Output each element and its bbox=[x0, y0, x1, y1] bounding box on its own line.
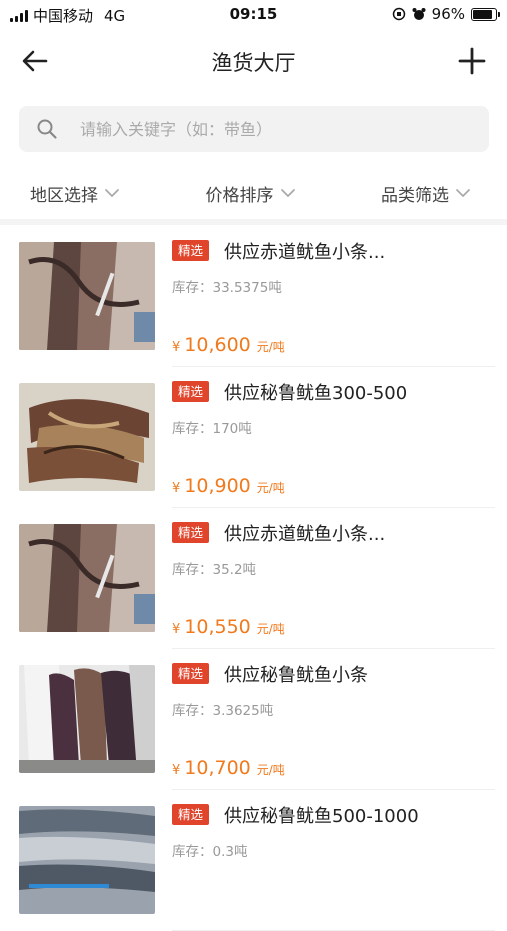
product-title: 供应秘鲁鱿鱼500-1000 bbox=[224, 806, 419, 827]
stock-label: 库存： bbox=[172, 562, 213, 578]
featured-badge: 精选 bbox=[172, 381, 210, 402]
price-row: ¥ 10,550 元/吨 bbox=[172, 616, 285, 638]
product-title: 供应秘鲁鱿鱼300-500 bbox=[224, 383, 408, 404]
stock-label: 库存： bbox=[172, 280, 213, 296]
stock-value: 170吨 bbox=[212, 421, 252, 437]
price-unit: 元/吨 bbox=[256, 622, 285, 636]
chevron-down-icon bbox=[456, 189, 470, 197]
stock-label: 库存： bbox=[172, 703, 213, 719]
list-item[interactable]: 精选 供应赤道鱿鱼小条... 库存：33.5375吨 ¥ 10,600 元/吨 bbox=[0, 226, 507, 367]
product-image[interactable] bbox=[19, 524, 155, 632]
product-image[interactable] bbox=[19, 665, 155, 773]
product-image[interactable] bbox=[19, 806, 155, 914]
stock-label: 库存： bbox=[172, 421, 213, 437]
list-item[interactable]: 精选 供应秘鲁鱿鱼小条 库存：3.3625吨 ¥ 10,700 元/吨 bbox=[0, 649, 507, 790]
featured-badge: 精选 bbox=[172, 663, 210, 684]
price-unit: 元/吨 bbox=[256, 763, 285, 777]
stock-info: 库存：35.2吨 bbox=[172, 558, 256, 578]
search-bar[interactable] bbox=[19, 106, 489, 152]
stock-value: 0.3吨 bbox=[212, 844, 248, 860]
price-value: 10,550 bbox=[184, 616, 251, 638]
stock-value: 35.2吨 bbox=[212, 562, 257, 578]
filter-bar: 地区选择 价格排序 品类筛选 bbox=[0, 168, 507, 218]
filter-price-sort-label: 价格排序 bbox=[205, 185, 274, 206]
stock-value: 3.3625吨 bbox=[212, 703, 274, 719]
product-title: 供应秘鲁鱿鱼小条 bbox=[224, 665, 368, 686]
battery-percent: 96% bbox=[431, 5, 465, 23]
featured-badge: 精选 bbox=[172, 804, 210, 825]
list-item[interactable]: 精选 供应秘鲁鱿鱼500-1000 库存：0.3吨 bbox=[0, 790, 507, 931]
price-unit: 元/吨 bbox=[256, 340, 285, 354]
section-divider bbox=[0, 219, 507, 225]
product-title: 供应赤道鱿鱼小条... bbox=[224, 524, 386, 545]
filter-category-label: 品类筛选 bbox=[381, 185, 449, 206]
alarm-icon bbox=[412, 8, 426, 20]
currency-symbol: ¥ bbox=[172, 763, 181, 778]
status-bar: 中国移动 4G 09:15 96% bbox=[0, 0, 507, 30]
price-row: ¥ 10,700 元/吨 bbox=[172, 757, 285, 779]
featured-badge: 精选 bbox=[172, 522, 210, 543]
filter-category[interactable]: 品类筛选 bbox=[324, 168, 507, 218]
stock-info: 库存：170吨 bbox=[172, 417, 252, 437]
list-item[interactable]: 精选 供应秘鲁鱿鱼300-500 库存：170吨 ¥ 10,900 元/吨 bbox=[0, 367, 507, 508]
price-value: 10,700 bbox=[184, 757, 251, 779]
nav-bar: 渔货大厅 bbox=[0, 30, 507, 92]
search-icon bbox=[37, 119, 57, 139]
currency-symbol: ¥ bbox=[172, 622, 181, 637]
orientation-lock-icon bbox=[392, 7, 405, 21]
product-image[interactable] bbox=[19, 383, 155, 491]
filter-price-sort[interactable]: 价格排序 bbox=[177, 168, 324, 218]
stock-label: 库存： bbox=[172, 844, 213, 860]
chevron-down-icon bbox=[105, 189, 119, 197]
chevron-down-icon bbox=[280, 189, 295, 197]
product-image[interactable] bbox=[19, 242, 155, 350]
battery-icon bbox=[471, 7, 500, 21]
stock-info: 库存：0.3吨 bbox=[172, 840, 247, 860]
filter-region-label: 地区选择 bbox=[30, 185, 98, 206]
price-unit: 元/吨 bbox=[256, 481, 285, 495]
product-title: 供应赤道鱿鱼小条... bbox=[224, 242, 386, 263]
status-right: 96% bbox=[392, 5, 500, 23]
currency-symbol: ¥ bbox=[172, 340, 181, 355]
product-list: 精选 供应赤道鱿鱼小条... 库存：33.5375吨 ¥ 10,600 元/吨 … bbox=[0, 226, 507, 931]
price-row: ¥ 10,600 元/吨 bbox=[172, 334, 285, 356]
price-value: 10,900 bbox=[184, 475, 251, 497]
price-value: 10,600 bbox=[184, 334, 251, 356]
filter-region[interactable]: 地区选择 bbox=[0, 168, 177, 218]
search-input[interactable] bbox=[78, 118, 462, 140]
featured-badge: 精选 bbox=[172, 240, 210, 261]
price-row: ¥ 10,900 元/吨 bbox=[172, 475, 285, 497]
page-title: 渔货大厅 bbox=[211, 51, 296, 75]
stock-value: 33.5375吨 bbox=[212, 280, 282, 296]
stock-info: 库存：33.5375吨 bbox=[172, 276, 282, 296]
add-icon[interactable] bbox=[455, 44, 489, 78]
stock-info: 库存：3.3625吨 bbox=[172, 699, 273, 719]
currency-symbol: ¥ bbox=[172, 481, 181, 496]
list-item[interactable]: 精选 供应赤道鱿鱼小条... 库存：35.2吨 ¥ 10,550 元/吨 bbox=[0, 508, 507, 649]
